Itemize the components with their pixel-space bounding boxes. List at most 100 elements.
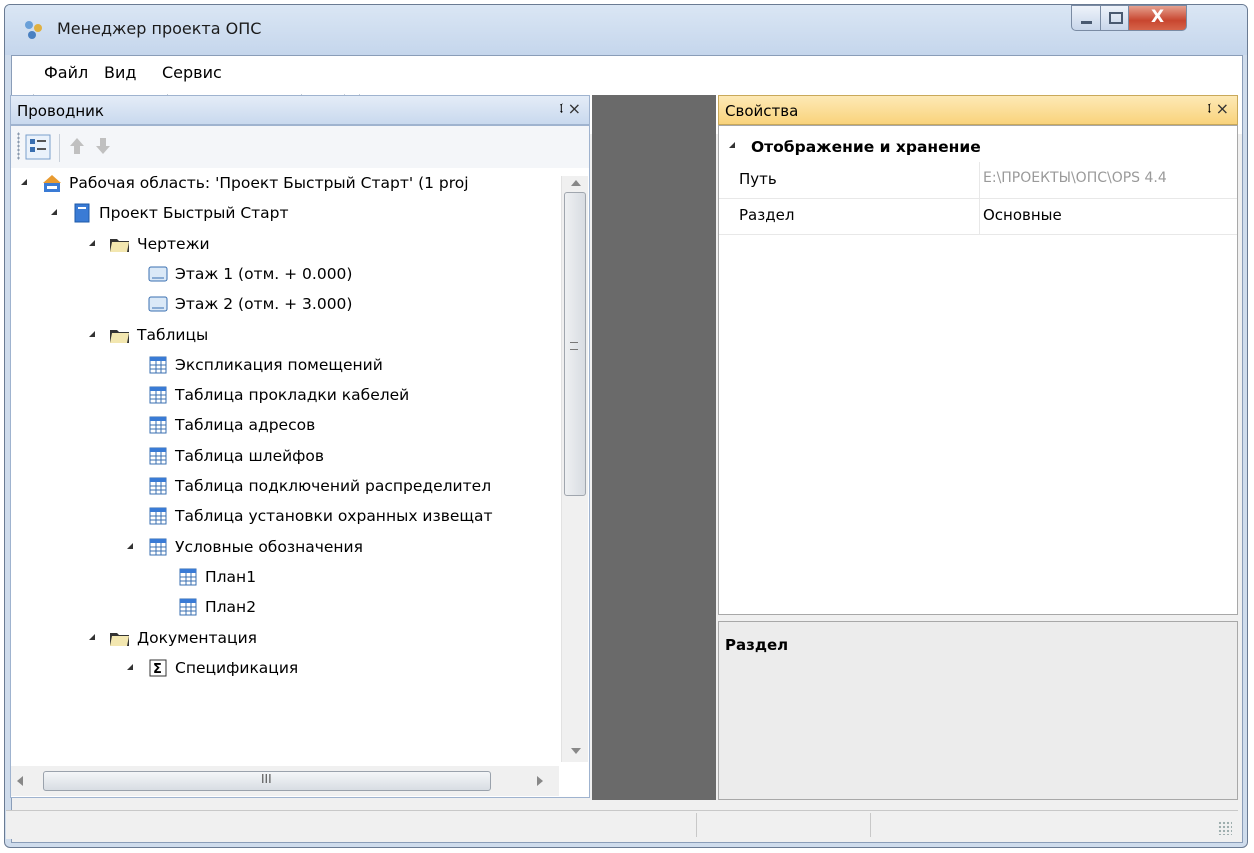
toolbar-grip[interactable] bbox=[17, 132, 20, 160]
move-up-icon[interactable] bbox=[67, 136, 87, 156]
maximize-icon bbox=[1109, 12, 1123, 24]
tree-item[interactable]: Рабочая область: 'Проект Быстрый Старт' … bbox=[11, 170, 559, 198]
workspace-icon bbox=[43, 175, 61, 192]
tree-item[interactable]: Таблица адресов bbox=[11, 412, 559, 440]
tree-item[interactable]: План2 bbox=[11, 594, 559, 622]
scroll-down-icon[interactable] bbox=[571, 748, 581, 754]
tree-item[interactable]: Документация bbox=[11, 625, 559, 653]
property-name: Раздел bbox=[739, 206, 795, 224]
menu-service[interactable]: Сервис bbox=[162, 63, 222, 82]
folder-icon bbox=[110, 632, 129, 646]
tree-item-label: План2 bbox=[205, 598, 257, 617]
property-value[interactable]: E:\ПРОЕКТЫ\ОПС\OPS 4.4 bbox=[983, 170, 1237, 186]
folder-icon bbox=[110, 329, 129, 343]
menu-bar: Файл Вид Сервис bbox=[12, 56, 1242, 86]
tree-item-label: План1 bbox=[205, 567, 257, 586]
title-bar[interactable]: Менеджер проекта ОПС X bbox=[5, 5, 1247, 55]
expand-triangle-icon[interactable] bbox=[89, 330, 95, 337]
scroll-left-icon[interactable] bbox=[17, 776, 23, 786]
scroll-grip-icon bbox=[570, 342, 578, 350]
expand-triangle-icon[interactable] bbox=[127, 542, 133, 549]
tree-item[interactable]: Σ Спецификация bbox=[11, 655, 559, 683]
pin-icon[interactable]: 𝔩 bbox=[1207, 101, 1211, 117]
property-description: Раздел bbox=[718, 621, 1238, 800]
explorer-toolbar bbox=[11, 126, 589, 168]
collapse-triangle-icon[interactable] bbox=[729, 142, 735, 148]
tree-item[interactable]: Таблица подключений распределител bbox=[11, 473, 559, 501]
property-row-path[interactable]: Путь E:\ПРОЕКТЫ\ОПС\OPS 4.4 bbox=[719, 162, 1237, 199]
tree-item-label: Документация bbox=[137, 628, 257, 647]
tree-item-label: Таблица адресов bbox=[175, 416, 316, 435]
resize-grip-icon[interactable] bbox=[1218, 821, 1232, 835]
scroll-up-icon[interactable] bbox=[571, 180, 581, 186]
drawing-icon bbox=[148, 296, 168, 312]
tree-item-label: Этаж 2 (отм. + 3.000) bbox=[175, 295, 353, 314]
tree-item-label: Таблица шлейфов bbox=[175, 446, 325, 465]
app-icon bbox=[25, 21, 42, 39]
tree-item[interactable]: Этаж 2 (отм. + 3.000) bbox=[11, 291, 559, 319]
properties-title: Свойства bbox=[725, 102, 799, 120]
table-icon bbox=[149, 538, 167, 556]
close-panel-icon[interactable]: × bbox=[568, 99, 581, 118]
tree-item[interactable]: Таблицы bbox=[11, 322, 559, 350]
tree-item[interactable]: План1 bbox=[11, 564, 559, 592]
table-icon bbox=[179, 598, 197, 616]
table-icon bbox=[149, 507, 167, 525]
tree-item[interactable]: Условные обозначения bbox=[11, 534, 559, 562]
description-title: Раздел bbox=[725, 636, 789, 654]
maximize-button[interactable] bbox=[1101, 5, 1129, 31]
tree-item[interactable]: Экспликация помещений bbox=[11, 352, 559, 380]
expand-triangle-icon[interactable] bbox=[89, 633, 95, 640]
menu-view[interactable]: Вид bbox=[104, 63, 136, 82]
tree-item[interactable]: Таблица установки охранных извещат bbox=[11, 503, 559, 531]
tree-item[interactable]: Таблица шлейфов bbox=[11, 443, 559, 471]
property-value[interactable]: Основные bbox=[983, 206, 1062, 224]
tree-item-label: Проект Быстрый Старт bbox=[99, 204, 289, 223]
close-icon: X bbox=[1151, 7, 1165, 27]
horizontal-scrollbar[interactable]: III bbox=[11, 766, 559, 796]
expand-triangle-icon[interactable] bbox=[89, 239, 95, 246]
move-down-icon[interactable] bbox=[93, 136, 113, 156]
table-icon bbox=[149, 477, 167, 495]
window-title: Менеджер проекта ОПС bbox=[57, 19, 262, 38]
expand-triangle-icon[interactable] bbox=[51, 209, 57, 216]
tree-item[interactable]: Этаж 1 (отм. + 0.000) bbox=[11, 261, 559, 289]
status-divider bbox=[696, 813, 697, 837]
toolbar-separator bbox=[59, 134, 60, 162]
document-area bbox=[592, 95, 716, 800]
close-panel-icon[interactable]: × bbox=[1216, 99, 1229, 118]
tree-item-label: Экспликация помещений bbox=[175, 355, 383, 374]
tree-item[interactable]: Чертежи bbox=[11, 231, 559, 259]
minimize-button[interactable] bbox=[1071, 5, 1101, 31]
pin-icon[interactable]: 𝔩 bbox=[559, 101, 563, 117]
tree-item-label: Таблица прокладки кабелей bbox=[175, 386, 410, 405]
explorer-header: Проводник 𝔩 × bbox=[10, 95, 590, 125]
close-window-button[interactable]: X bbox=[1129, 5, 1187, 31]
explorer-panel: Рабочая область: 'Проект Быстрый Старт' … bbox=[10, 125, 590, 798]
tree-item-label: Чертежи bbox=[137, 234, 210, 253]
explorer-title: Проводник bbox=[17, 102, 104, 120]
table-icon bbox=[149, 386, 167, 404]
property-row-section[interactable]: Раздел Основные bbox=[719, 198, 1237, 235]
status-divider bbox=[870, 813, 871, 837]
svg-text:Σ: Σ bbox=[153, 662, 162, 677]
column-divider[interactable] bbox=[979, 162, 980, 234]
property-name: Путь bbox=[739, 170, 777, 188]
scroll-right-icon[interactable] bbox=[537, 776, 543, 786]
properties-header: Свойства 𝔩 × bbox=[718, 95, 1238, 125]
table-icon bbox=[179, 568, 197, 586]
property-category[interactable]: Отображение и хранение bbox=[719, 132, 1237, 162]
table-icon bbox=[149, 447, 167, 465]
tree-item[interactable]: Проект Быстрый Старт bbox=[11, 200, 559, 228]
sigma-icon: Σ bbox=[149, 659, 167, 677]
tree-item-label: Спецификация bbox=[175, 658, 299, 677]
folder-icon bbox=[110, 238, 129, 252]
tree-item[interactable]: Таблица прокладки кабелей bbox=[11, 382, 559, 410]
drawing-icon bbox=[148, 266, 168, 282]
expand-triangle-icon[interactable] bbox=[127, 663, 133, 670]
tree-view-icon[interactable] bbox=[25, 134, 51, 160]
expand-triangle-icon[interactable] bbox=[21, 179, 27, 185]
vertical-scrollbar[interactable] bbox=[561, 176, 588, 762]
menu-file[interactable]: Файл bbox=[44, 63, 88, 82]
tree-item-label: Условные обозначения bbox=[175, 537, 363, 556]
